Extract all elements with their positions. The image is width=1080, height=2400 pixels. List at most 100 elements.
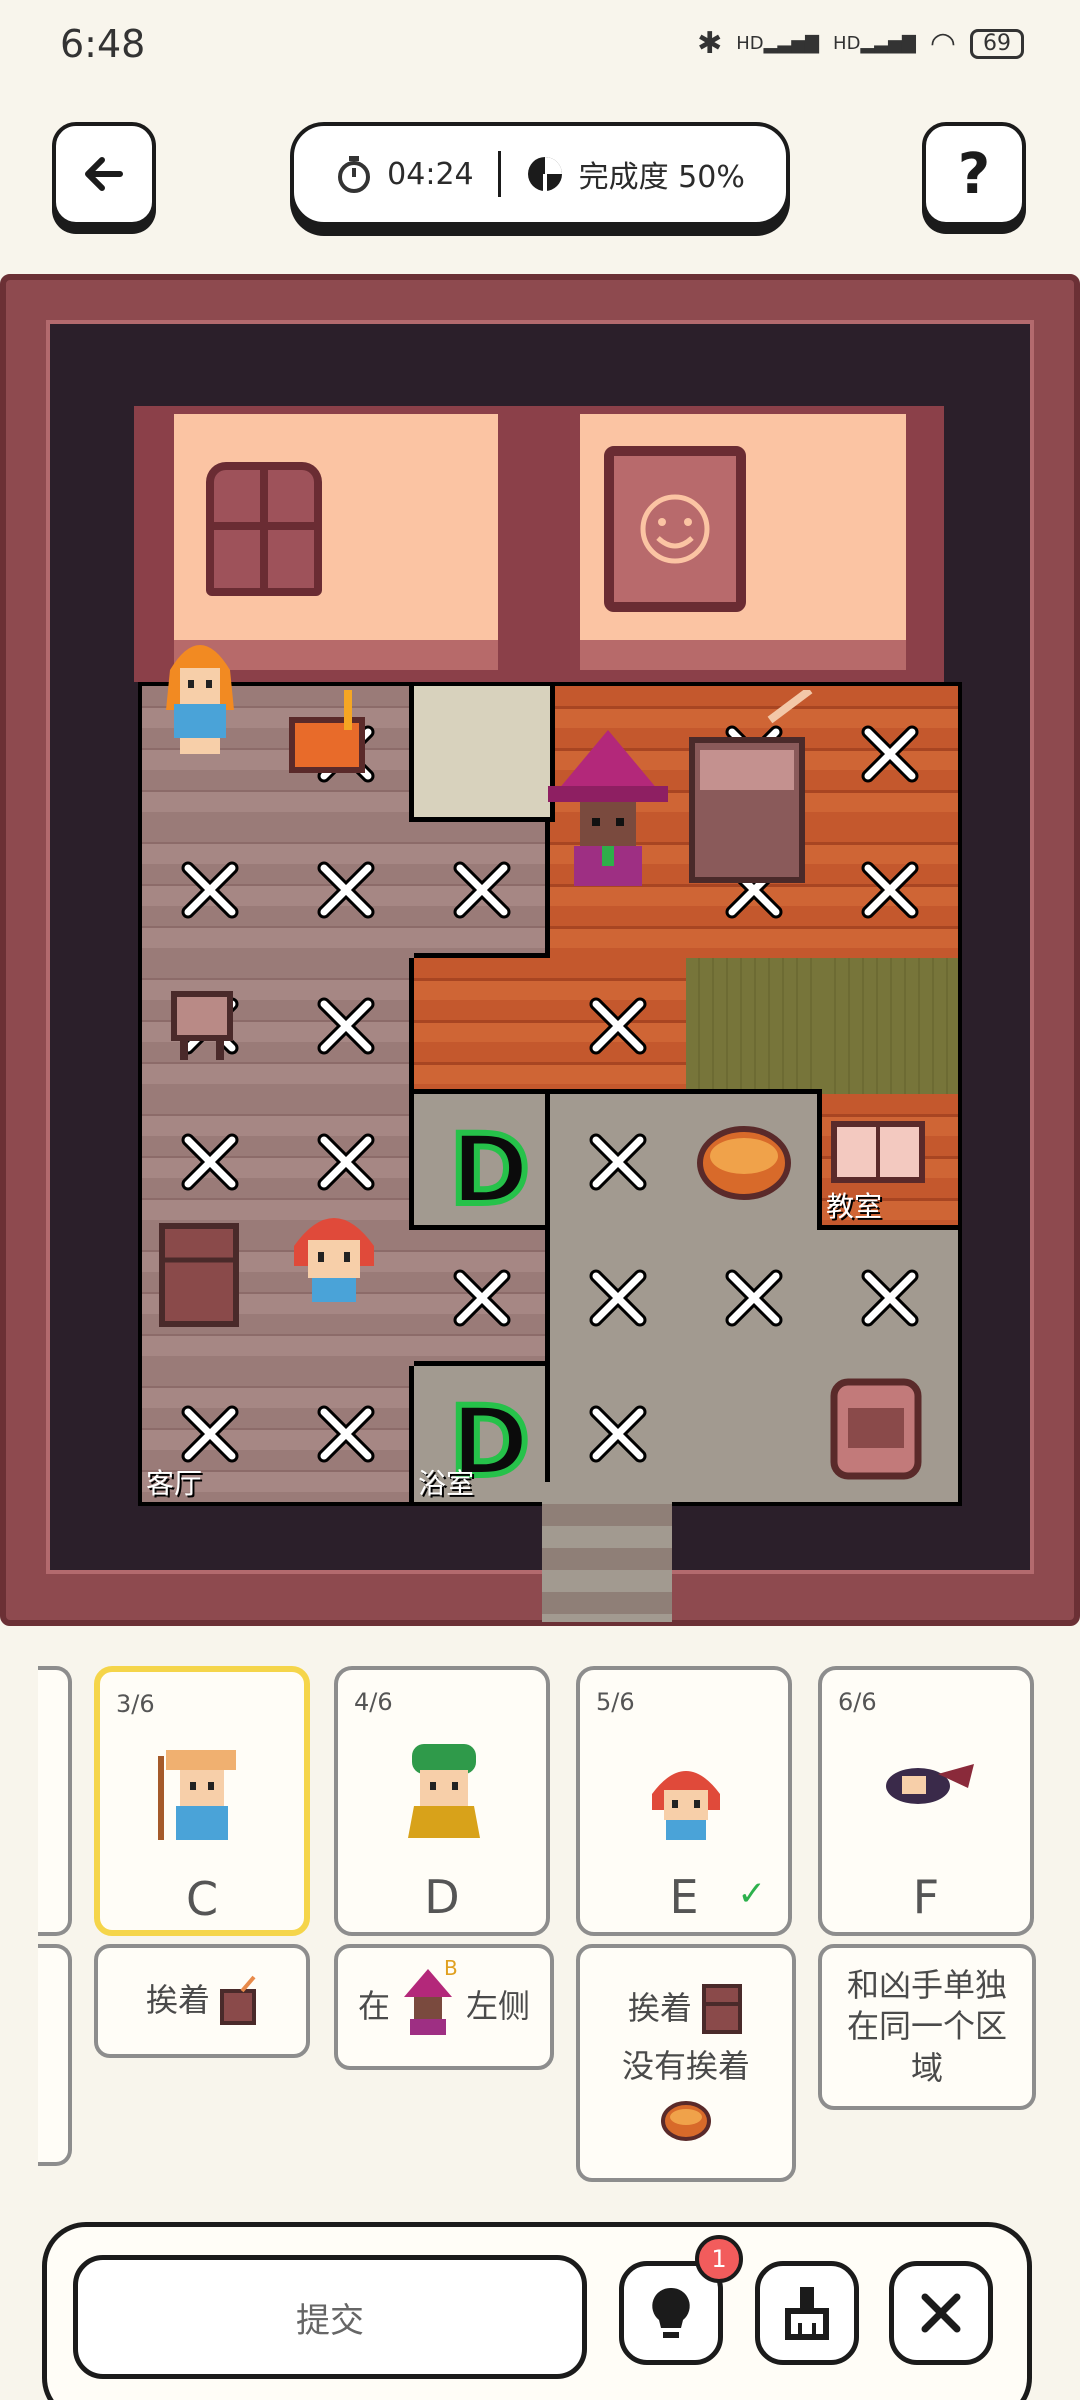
card-count: 3/6: [116, 1690, 155, 1718]
status-pill: 04:24 完成度 50%: [290, 122, 790, 226]
battery-icon: 69: [970, 28, 1024, 59]
cross-mark-icon: [589, 1405, 647, 1463]
clue-d-suffix: 左侧: [466, 1987, 531, 2026]
cross-mark-icon: [181, 1133, 239, 1191]
timer: 04:24: [335, 154, 474, 194]
card-letter: C: [185, 1872, 219, 1926]
rug-item-icon: [661, 2100, 711, 2141]
cross-mark-icon: [861, 1269, 919, 1327]
grid-cell[interactable]: [822, 1230, 958, 1366]
question-icon: ?: [957, 141, 991, 207]
signal-icon-2: HD▂▃▅▇: [833, 33, 916, 54]
previous-card-edge[interactable]: [38, 1666, 72, 1936]
grid-cell[interactable]: [550, 958, 686, 1094]
orange-hair-character-sprite: [166, 645, 234, 754]
cross-mark-icon: [861, 861, 919, 919]
cross-mark-icon: [181, 861, 239, 919]
cross-mark-icon: [181, 1405, 239, 1463]
smiley-portrait-icon: [640, 494, 710, 564]
stool-furniture-icon: [171, 991, 233, 1060]
suspect-card-e[interactable]: 5/6 E ✓: [576, 1666, 792, 1936]
signal-icon: HD▂▃▅▇: [736, 33, 820, 54]
cabinet-furniture-icon: [159, 1223, 239, 1327]
timer-text: 04:24: [387, 156, 474, 192]
grid-cell[interactable]: [278, 822, 414, 958]
help-button[interactable]: ?: [922, 122, 1026, 226]
grid-cell[interactable]: D 浴室: [414, 1366, 550, 1502]
cross-mark-icon: [453, 1269, 511, 1327]
close-icon: [921, 2293, 961, 2333]
grid-cell[interactable]: [142, 1094, 278, 1230]
progress: 完成度 50%: [525, 152, 745, 196]
grid-cell[interactable]: [686, 958, 822, 1094]
desk-furniture-icon: [689, 690, 813, 883]
wifi-icon: ◠: [929, 26, 956, 61]
book-item-icon: [831, 1121, 925, 1183]
grid-cell[interactable]: [550, 1094, 686, 1230]
brush-icon: [785, 2287, 829, 2340]
grid-cell[interactable]: [414, 822, 550, 958]
card-letter: D: [424, 1870, 460, 1924]
suspect-card-f[interactable]: 6/6 F: [818, 1666, 1034, 1936]
cross-mark-icon: [317, 997, 375, 1055]
cross-mark-icon: [725, 1269, 783, 1327]
grid-cell[interactable]: [822, 686, 958, 822]
previous-clue-edge[interactable]: [38, 1944, 72, 2166]
back-button[interactable]: [52, 122, 156, 226]
cross-mark-icon: [317, 1133, 375, 1191]
witch-character-sprite: [548, 730, 668, 886]
clue-e-line1: 挨着: [627, 1989, 692, 2028]
desk-item-icon: [220, 1975, 256, 2025]
wall-trim-right: [580, 640, 906, 670]
action-bar: 提交 1: [42, 2222, 1032, 2400]
bluetooth-icon: ✱: [697, 26, 723, 61]
grid-cell[interactable]: [414, 958, 550, 1094]
grid-cell[interactable]: [822, 822, 958, 958]
solved-check-icon: ✓: [737, 1874, 767, 1914]
grid-cell[interactable]: [142, 822, 278, 958]
cross-mark-icon: [317, 861, 375, 919]
grid-cell[interactable]: D: [414, 1094, 550, 1230]
clue-d-prefix: 在: [357, 1987, 390, 2026]
grid-cell[interactable]: [414, 686, 550, 822]
grid-cell[interactable]: [550, 1230, 686, 1366]
grid-cell[interactable]: [686, 1366, 822, 1502]
cross-mark-icon: [317, 1405, 375, 1463]
clue-card-d: 在 B 左侧: [334, 1944, 554, 2070]
cross-mark-icon: [589, 1269, 647, 1327]
door-marker: D: [447, 1111, 533, 1229]
room-label-living-room: 客厅: [146, 1467, 203, 1500]
pill-divider: [497, 151, 501, 197]
clue-c-text: 挨着: [145, 1981, 210, 2020]
status-time: 6:48: [60, 22, 146, 66]
cross-mark-icon: [861, 725, 919, 783]
suspect-card-d[interactable]: 4/6 D: [334, 1666, 550, 1936]
grid-cell[interactable]: [414, 1230, 550, 1366]
clear-marks-button[interactable]: [755, 2261, 859, 2365]
room-label-classroom: 教室: [826, 1190, 883, 1223]
cross-mark-icon: [453, 861, 511, 919]
grid-cell[interactable]: [822, 958, 958, 1094]
hint-count-badge: 1: [695, 2235, 743, 2283]
grid-cell[interactable]: [686, 1230, 822, 1366]
card-count: 4/6: [354, 1688, 393, 1716]
lamp-furniture-icon: [289, 690, 365, 773]
chair-furniture-icon: [830, 1378, 922, 1480]
suspect-cards: 3/6 C 4/6 D 5/6 E ✓ 6/6 F 挨着 在 B 左侧 挨着 没…: [0, 1660, 1080, 2182]
green-hat-character-icon: [408, 1744, 480, 1838]
stopwatch-icon: [338, 156, 371, 193]
cross-mark-icon: [589, 997, 647, 1055]
cabinet-item-icon: [702, 1984, 742, 2035]
grid-cell[interactable]: [278, 958, 414, 1094]
grid-cell[interactable]: [278, 1366, 414, 1502]
suspect-card-c[interactable]: 3/6 C: [94, 1666, 310, 1936]
status-bar: 6:48 ✱ HD▂▃▅▇ HD▂▃▅▇ ◠ 69: [0, 0, 1080, 90]
submit-button[interactable]: 提交: [73, 2255, 587, 2379]
cross-tool-button[interactable]: [889, 2261, 993, 2365]
lightbulb-icon: [652, 2287, 690, 2338]
clue-card-f: 和凶手单独在同一个区域: [818, 1944, 1036, 2110]
red-hair-character-icon: [652, 1771, 720, 1840]
card-count: 6/6: [838, 1688, 877, 1716]
grid-cell[interactable]: 客厅: [142, 1366, 278, 1502]
cross-mark-icon: [589, 1133, 647, 1191]
